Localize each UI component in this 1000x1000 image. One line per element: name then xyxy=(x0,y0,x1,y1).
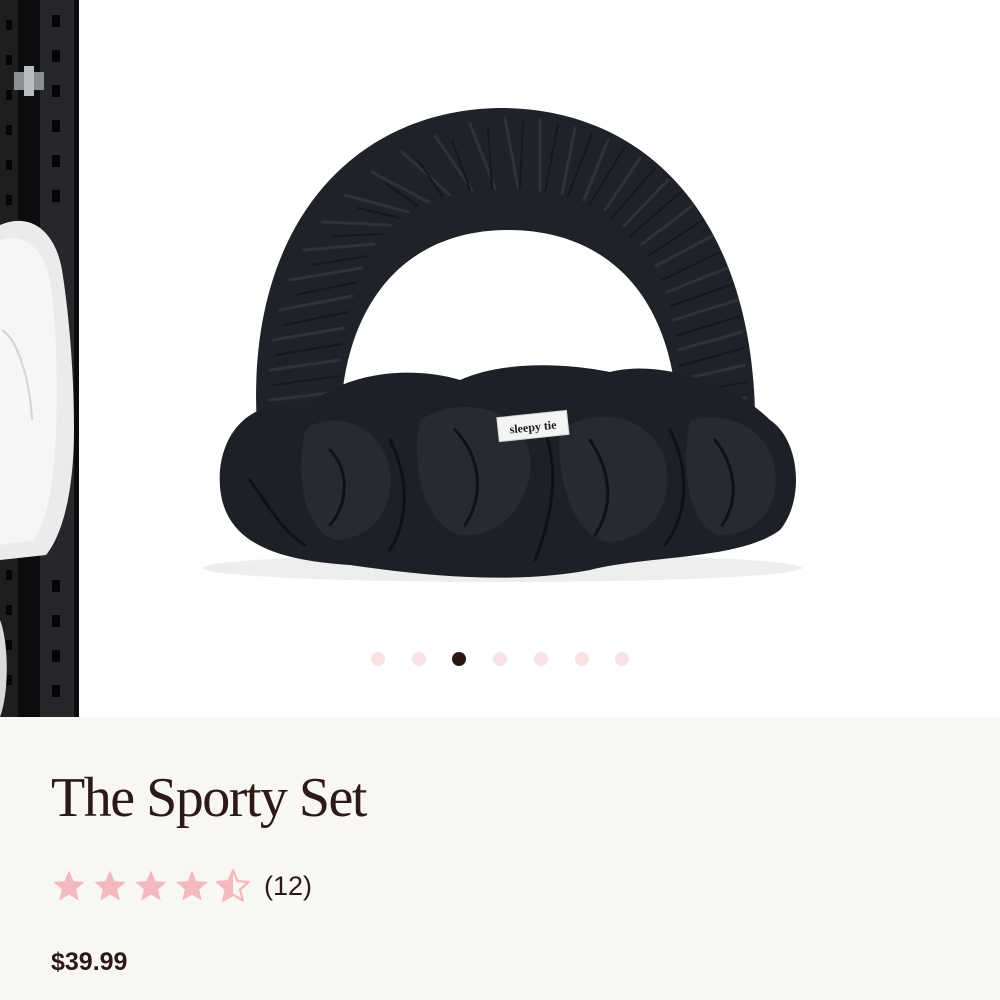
rating-stars xyxy=(51,869,256,903)
star-full-icon xyxy=(176,870,208,901)
carousel-dot-4[interactable] xyxy=(493,652,507,666)
star-full-icon xyxy=(94,870,126,901)
carousel-slide-current: sleepy tie xyxy=(90,0,912,717)
carousel-dot-2[interactable] xyxy=(412,652,426,666)
product-rating[interactable]: (12) xyxy=(51,866,312,906)
carousel-dot-3[interactable] xyxy=(452,652,466,666)
product-image: sleepy tie xyxy=(202,108,802,582)
product-price: $39.99 xyxy=(51,948,128,976)
product-title: The Sporty Set xyxy=(51,767,367,829)
carousel-dot-6[interactable] xyxy=(575,652,589,666)
image-carousel[interactable]: sleepy tie xyxy=(0,0,1000,717)
star-full-icon xyxy=(53,870,85,901)
carousel-dot-1[interactable] xyxy=(371,652,385,666)
star-full-icon xyxy=(135,870,167,901)
carousel-slide-previous[interactable] xyxy=(0,0,79,717)
rack-photo xyxy=(0,0,79,717)
carousel-dot-7[interactable] xyxy=(615,652,629,666)
carousel-dot-5[interactable] xyxy=(534,652,548,666)
review-count[interactable]: (12) xyxy=(264,871,312,902)
product-page: sleepy tie The Sporty Set (12) $39.99 xyxy=(0,0,1000,1000)
star-half-icon xyxy=(216,869,250,902)
carousel-pagination xyxy=(0,650,1000,666)
carousel-slide-next[interactable] xyxy=(922,0,1000,717)
